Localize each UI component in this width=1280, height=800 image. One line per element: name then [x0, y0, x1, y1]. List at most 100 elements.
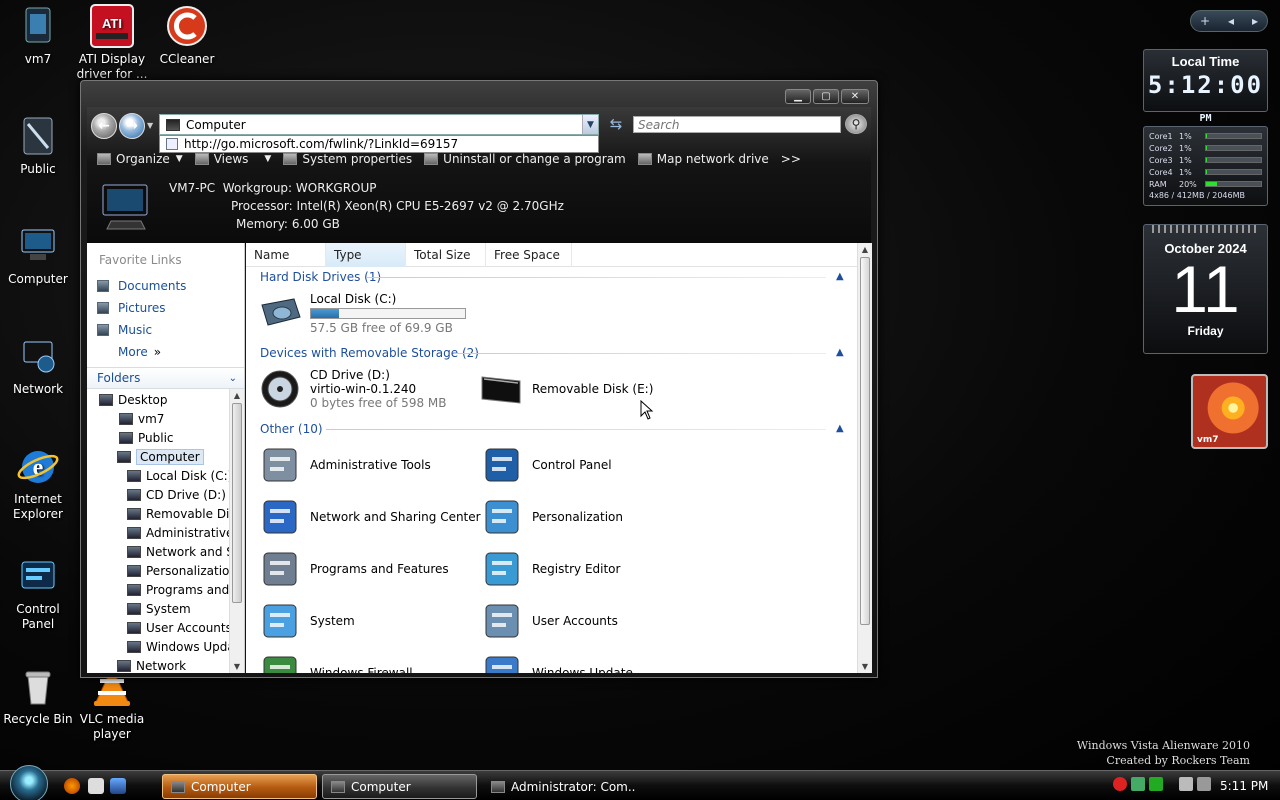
- taskbar-button[interactable]: Computer: [322, 774, 477, 799]
- group-removable-storage[interactable]: Devices with Removable Storage (2): [260, 346, 479, 360]
- scroll-thumb[interactable]: [232, 403, 242, 603]
- cpu-meter-gadget[interactable]: Core1 1% Core2 1% Core3 1% Core4 1% RAM 20% 4x86 …: [1143, 126, 1268, 206]
- scroll-thumb[interactable]: [860, 257, 870, 625]
- other-item[interactable]: User Accounts: [480, 599, 618, 643]
- clock-gadget[interactable]: Local Time 5:12:00 PM: [1143, 49, 1268, 124]
- network-status-icon[interactable]: [1179, 777, 1193, 791]
- local-disk-usage-fill: [311, 308, 339, 318]
- file-quicklaunch-icon[interactable]: [88, 778, 104, 794]
- favorite-more[interactable]: More»: [118, 345, 161, 359]
- favorite-music[interactable]: Music: [97, 323, 152, 337]
- address-suggestion[interactable]: http://go.microsoft.com/fwlink/?LinkId=6…: [159, 135, 599, 153]
- other-item[interactable]: Network and Sharing Center: [258, 495, 481, 539]
- folder-tree-item[interactable]: Programs and: [127, 581, 229, 599]
- other-item[interactable]: Programs and Features: [258, 547, 449, 591]
- search-button[interactable]: ⚲: [845, 114, 867, 134]
- desktop-icon-vm7[interactable]: vm7: [0, 4, 76, 67]
- address-bar[interactable]: ▼: [159, 114, 599, 135]
- firefox-quicklaunch-icon[interactable]: [64, 778, 80, 794]
- desktop-icon-computer[interactable]: Computer: [0, 224, 76, 287]
- address-input[interactable]: [186, 117, 582, 132]
- folder-tree-item[interactable]: Administrative: [127, 524, 233, 542]
- column-name[interactable]: Name: [246, 243, 326, 267]
- scroll-up-arrow[interactable]: ▲: [230, 391, 244, 400]
- previous-gadget-button[interactable]: ◂: [1228, 14, 1234, 28]
- taskbar-button[interactable]: Administrator: Com...: [482, 774, 637, 799]
- desktop-icon-label: ATI Display driver for ...: [76, 52, 148, 81]
- drive-cd-d[interactable]: CD Drive (D:) virtio-win-0.1.240 0 bytes…: [258, 367, 446, 411]
- column-type[interactable]: Type: [326, 243, 406, 267]
- collapse-group-icon[interactable]: ▲: [836, 347, 844, 358]
- desktop-icon-public[interactable]: Public: [0, 114, 76, 177]
- taskbar-button[interactable]: Computer: [162, 774, 317, 799]
- collapse-group-icon[interactable]: ▲: [836, 423, 844, 434]
- search-input[interactable]: [638, 117, 840, 132]
- calendar-gadget[interactable]: October 2024 11 Friday: [1143, 224, 1268, 354]
- other-item[interactable]: Control Panel: [480, 443, 612, 487]
- folder-tree-item[interactable]: Windows Upda: [127, 638, 235, 656]
- recent-pages-dropdown[interactable]: ▼: [147, 121, 153, 130]
- start-button[interactable]: [10, 765, 48, 800]
- folder-tree-scrollbar[interactable]: ▲ ▼: [229, 389, 244, 673]
- folder-tree-item[interactable]: User Accounts: [127, 619, 232, 637]
- maximize-button[interactable]: ▢: [813, 89, 839, 104]
- minimize-button[interactable]: ▁: [785, 89, 811, 104]
- folder-tree-item[interactable]: Network: [117, 657, 186, 673]
- other-item[interactable]: System: [258, 599, 355, 643]
- network-tray-icon[interactable]: [1131, 777, 1145, 791]
- favorite-documents[interactable]: Documents: [97, 279, 186, 293]
- show-desktop-icon[interactable]: [110, 778, 126, 794]
- desktop-icon-control-panel[interactable]: Control Panel: [0, 554, 76, 632]
- folders-header[interactable]: Folders ⌄: [87, 367, 244, 389]
- taskbar-clock[interactable]: 5:11 PM: [1220, 779, 1268, 793]
- volume-muted-icon[interactable]: [1197, 777, 1211, 791]
- desktop-icon-network[interactable]: Network: [0, 334, 76, 397]
- folder-tree-item[interactable]: Computer: [117, 448, 204, 466]
- content-scrollbar[interactable]: ▲ ▼: [857, 243, 872, 673]
- add-gadget-button[interactable]: +: [1200, 14, 1210, 28]
- map-network-drive-button[interactable]: Map network drive: [632, 149, 775, 169]
- scroll-down-arrow[interactable]: ▼: [230, 662, 244, 671]
- column-free-space[interactable]: Free Space: [486, 243, 572, 267]
- search-box[interactable]: [633, 116, 841, 133]
- folder-tree-item[interactable]: Public: [119, 429, 174, 447]
- folder-tree-item[interactable]: Personalizatio: [127, 562, 229, 580]
- folder-tree-item[interactable]: Desktop: [99, 391, 168, 409]
- other-item[interactable]: Windows Firewall: [258, 651, 413, 673]
- scroll-up-arrow[interactable]: ▲: [858, 245, 872, 254]
- back-button[interactable]: ←: [91, 113, 117, 139]
- other-item[interactable]: Registry Editor: [480, 547, 620, 591]
- other-item[interactable]: Personalization: [480, 495, 623, 539]
- group-other[interactable]: Other (10): [260, 422, 323, 436]
- desktop-icon-recycle-bin[interactable]: Recycle Bin: [0, 664, 76, 727]
- favorite-pictures[interactable]: Pictures: [97, 301, 166, 315]
- desktop-icon-ati[interactable]: ATI ATI Display driver for ...: [74, 4, 150, 82]
- scroll-down-arrow[interactable]: ▼: [858, 662, 872, 671]
- drive-removable-e[interactable]: Removable Disk (E:): [480, 367, 653, 411]
- refresh-button[interactable]: ⇆: [605, 115, 627, 135]
- folder-tree-item[interactable]: System: [127, 600, 191, 618]
- slideshow-gadget[interactable]: vm7: [1191, 374, 1268, 449]
- checkmark-tray-icon[interactable]: [1149, 777, 1163, 791]
- forward-button[interactable]: →: [119, 113, 145, 139]
- group-hard-disk-drives[interactable]: Hard Disk Drives (1): [260, 270, 381, 284]
- security-alert-icon[interactable]: [1113, 777, 1127, 791]
- organize-label: Organize: [116, 152, 170, 166]
- column-total-size[interactable]: Total Size: [406, 243, 486, 267]
- toolbar-overflow-button[interactable]: >>: [775, 149, 807, 169]
- other-item[interactable]: Administrative Tools: [258, 443, 431, 487]
- folder-tree-item[interactable]: Removable Dis: [127, 505, 236, 523]
- address-dropdown-button[interactable]: ▼: [582, 115, 598, 134]
- folder-tree-item[interactable]: Network and S: [127, 543, 234, 561]
- drive-local-disk-c[interactable]: Local Disk (C:) 57.5 GB free of 69.9 GB: [258, 291, 466, 335]
- close-button[interactable]: ✕: [841, 89, 869, 104]
- folder-tree-item[interactable]: vm7: [119, 410, 164, 428]
- folder-tree-item[interactable]: Local Disk (C:): [127, 467, 232, 485]
- folder-tree-label: Local Disk (C:): [146, 469, 233, 483]
- folder-tree-item[interactable]: CD Drive (D:) v: [127, 486, 237, 504]
- desktop-icon-ie[interactable]: e Internet Explorer: [0, 444, 76, 522]
- other-item[interactable]: Windows Update: [480, 651, 633, 673]
- collapse-group-icon[interactable]: ▲: [836, 271, 844, 282]
- desktop-icon-ccleaner[interactable]: CCleaner: [149, 4, 225, 67]
- next-gadget-button[interactable]: ▸: [1252, 14, 1258, 28]
